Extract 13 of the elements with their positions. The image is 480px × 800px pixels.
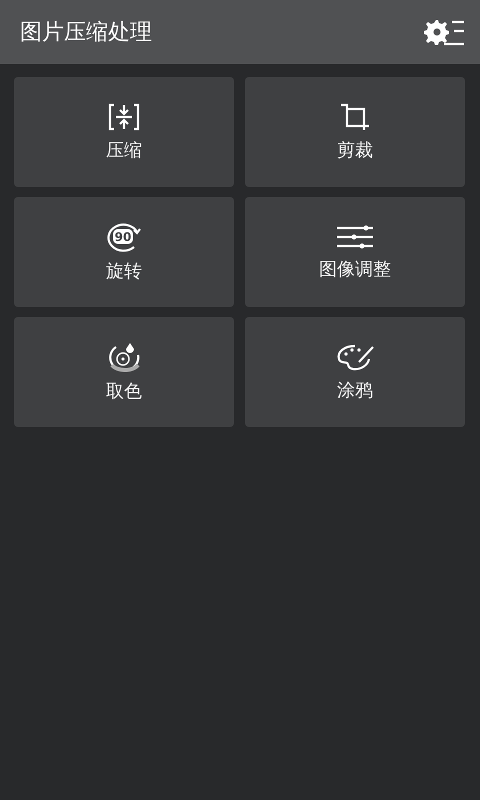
color-picker-icon — [106, 341, 142, 373]
compress-icon — [106, 102, 142, 132]
settings-button[interactable] — [422, 18, 466, 46]
sliders-icon — [336, 223, 374, 251]
tool-tile[interactable]: 压缩 — [14, 77, 234, 187]
palette-icon — [335, 342, 375, 372]
app-title: 图片压缩处理 — [20, 19, 152, 47]
tool-tile[interactable]: 图像调整 — [245, 197, 465, 307]
tool-tile[interactable]: 剪裁 — [245, 77, 465, 187]
tool-tile[interactable]: 涂鸦 — [245, 317, 465, 427]
settings-icon — [422, 18, 466, 46]
tool-tile[interactable]: 90 旋转 — [14, 197, 234, 307]
tool-tile[interactable]: 取色 — [14, 317, 234, 427]
